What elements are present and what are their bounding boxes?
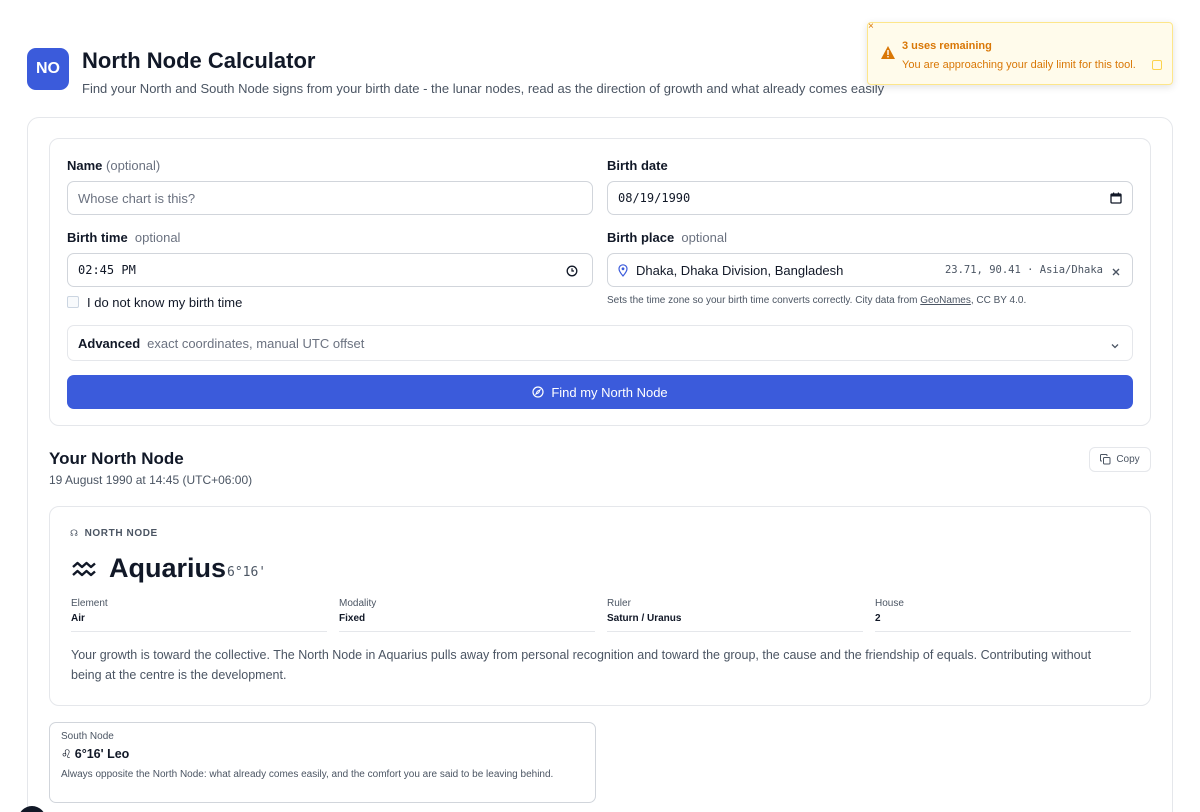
north-node-glyph-icon: ☊: [70, 528, 79, 538]
birth-time-label: Birth time optional: [67, 230, 181, 245]
toast-dismiss-icon[interactable]: [1152, 60, 1162, 70]
name-label: Name (optional): [67, 158, 161, 173]
compass-icon: [532, 386, 551, 398]
north-node-card: ☊ NORTH NODE Aquarius 6°16' Element Air …: [49, 506, 1151, 706]
birth-place-value: Dhaka, Dhaka Division, Bangladesh: [636, 262, 844, 278]
clock-icon[interactable]: [566, 265, 578, 280]
location-pin-icon: [618, 263, 628, 277]
north-node-sign: Aquarius: [109, 553, 227, 583]
birth-place-meta: 23.71, 90.41 · Asia/Dhaka: [944, 264, 1103, 276]
name-input[interactable]: Whose chart is this?: [67, 181, 593, 215]
birth-place-label: Birth place optional: [607, 230, 727, 245]
toast-title: 3 uses remaining: [902, 40, 992, 52]
south-node-card: South Node ♌ 6°16' Leo Always opposite t…: [49, 722, 596, 803]
south-node-label: South Node: [61, 731, 114, 742]
toast-message: You are approaching your daily limit for…: [902, 59, 1136, 71]
find-north-node-button[interactable]: Find my North Node: [67, 375, 1133, 409]
attr-ruler: Ruler Saturn / Uranus: [607, 598, 863, 632]
birth-time-value: 02:45 PM: [78, 263, 136, 277]
unknown-time-checkbox[interactable]: [67, 296, 79, 308]
main-card: Name (optional) Whose chart is this? Bir…: [27, 117, 1173, 812]
birth-place-hint: Sets the time zone so your birth time co…: [607, 295, 1027, 306]
north-node-description: Your growth is toward the collective. Th…: [71, 648, 1092, 682]
copy-label: Copy: [1116, 454, 1140, 465]
result-title: Your North Node: [49, 449, 184, 468]
result-subtitle: 19 August 1990 at 14:45 (UTC+06:00): [49, 473, 253, 487]
attr-house: House 2: [875, 598, 1131, 632]
calendar-icon[interactable]: [1110, 192, 1122, 207]
page-title: North Node Calculator: [82, 48, 316, 73]
birth-place-input[interactable]: Dhaka, Dhaka Division, Bangladesh 23.71,…: [607, 253, 1133, 287]
page-subtitle: Find your North and South Node signs fro…: [82, 81, 885, 96]
north-node-degree: 6°16': [227, 565, 267, 580]
copy-icon: [1100, 454, 1116, 465]
advanced-title: Advanced: [78, 335, 141, 351]
advanced-toggle[interactable]: Advanced exact coordinates, manual UTC o…: [67, 325, 1133, 361]
leo-icon: ♌: [61, 747, 72, 761]
north-node-kicker: ☊ NORTH NODE: [70, 528, 158, 539]
attr-modality: Modality Fixed: [339, 598, 595, 632]
geonames-link[interactable]: GeoNames: [920, 295, 971, 306]
birth-date-label: Birth date: [607, 158, 668, 173]
south-node-description: Always opposite the North Node: what alr…: [61, 769, 554, 780]
birth-time-input[interactable]: 02:45 PM: [67, 253, 593, 287]
chevron-down-icon: [1110, 338, 1120, 356]
warning-icon: [880, 45, 896, 65]
unknown-time-label[interactable]: I do not know my birth time: [87, 295, 242, 310]
clear-icon[interactable]: [1111, 265, 1121, 280]
toast-close-icon[interactable]: ×: [868, 21, 874, 32]
app-logo: NO: [27, 48, 69, 90]
copy-button[interactable]: Copy: [1089, 447, 1151, 472]
find-north-node-label: Find my North Node: [551, 384, 668, 400]
south-node-value: ♌ 6°16' Leo: [61, 747, 130, 761]
birth-date-value: 08/19/1990: [618, 191, 691, 205]
attr-element: Element Air: [71, 598, 327, 632]
birth-form: Name (optional) Whose chart is this? Bir…: [49, 138, 1151, 426]
usage-toast: × 3 uses remaining You are approaching y…: [867, 21, 1173, 85]
birth-date-input[interactable]: 08/19/1990: [607, 181, 1133, 215]
aquarius-icon: [71, 559, 97, 584]
advanced-desc: exact coordinates, manual UTC offset: [147, 335, 365, 351]
page-header: NO North Node Calculator Find your North…: [27, 48, 884, 96]
